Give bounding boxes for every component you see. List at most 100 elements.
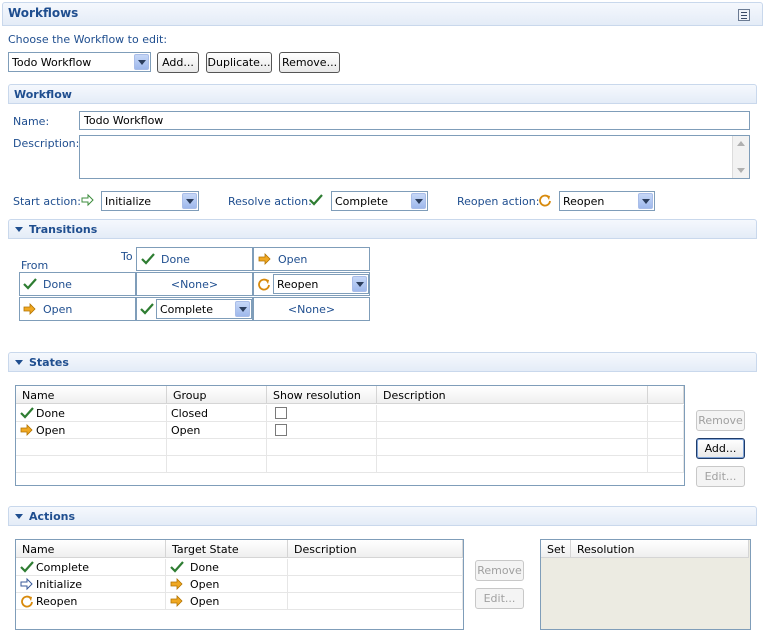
check-icon	[23, 278, 37, 290]
actions-header-name[interactable]: Name	[16, 540, 166, 558]
actions-section-title: Actions	[29, 510, 75, 523]
transition-column-label: Open	[278, 252, 308, 266]
table-empty-cell	[16, 456, 167, 473]
action-target: Open	[190, 594, 220, 608]
view-menu-icon[interactable]	[738, 9, 750, 21]
table-cell-filler	[648, 405, 684, 422]
table-row[interactable]: Initialize	[16, 576, 166, 593]
workflow-select[interactable]: Todo Workflow	[8, 52, 151, 72]
actions-header-target-state[interactable]: Target State	[166, 540, 288, 558]
reopen-action-value: Reopen	[563, 194, 605, 208]
state-name: Done	[36, 406, 65, 420]
table-empty-cell	[267, 456, 377, 473]
states-header-filler	[648, 386, 684, 404]
actions-header-description[interactable]: Description	[288, 540, 463, 558]
states-header-description[interactable]: Description	[377, 386, 648, 404]
arrow-right-icon	[20, 424, 33, 436]
reopen-icon	[258, 278, 270, 291]
collapse-twisty-icon[interactable]	[15, 360, 23, 365]
chevron-down-icon	[182, 193, 197, 209]
reopen-icon	[21, 595, 33, 608]
start-action-label: Start action:	[13, 195, 81, 208]
workflows-header-bar	[2, 2, 763, 26]
table-cell-filler	[648, 422, 684, 439]
action-description	[288, 576, 463, 593]
edit-action-button[interactable]: Edit...	[475, 588, 524, 609]
action-description	[288, 559, 463, 576]
edit-state-button[interactable]: Edit...	[696, 466, 745, 487]
resolve-action-value: Complete	[335, 194, 389, 208]
table-empty-cell	[267, 439, 377, 456]
show-resolution-checkbox[interactable]	[275, 424, 287, 436]
transition-done-open-select[interactable]: Reopen	[273, 274, 369, 294]
add-workflow-button[interactable]: Add...	[157, 52, 199, 73]
table-empty-cell	[167, 456, 267, 473]
arrow-right-icon	[258, 253, 271, 265]
show-resolution-checkbox[interactable]	[275, 407, 287, 419]
state-description	[377, 405, 648, 422]
reopen-icon	[539, 194, 551, 207]
remove-action-button[interactable]: Remove	[475, 560, 524, 581]
remove-state-button[interactable]: Remove	[696, 410, 745, 431]
transition-cell-done-done[interactable]: <None>	[136, 272, 253, 296]
duplicate-workflow-button[interactable]: Duplicate...	[206, 52, 272, 73]
resolutions-header-set[interactable]: Set	[541, 540, 571, 558]
resolutions-table[interactable]: Set Resolution	[540, 539, 751, 630]
state-group: Open	[167, 422, 267, 439]
reopen-action-select[interactable]: Reopen	[559, 191, 655, 211]
transition-column-done: Done	[136, 247, 253, 271]
collapse-twisty-icon[interactable]	[15, 514, 23, 519]
action-description	[288, 593, 463, 610]
transition-none-link[interactable]: <None>	[171, 278, 218, 291]
states-section-bar	[8, 352, 757, 372]
transition-none-link[interactable]: <None>	[288, 303, 335, 316]
chevron-down-icon	[235, 301, 250, 317]
start-action-select[interactable]: Initialize	[101, 191, 199, 211]
description-field[interactable]	[79, 135, 750, 179]
transitions-section-bar	[8, 219, 757, 239]
states-table[interactable]: Name Group Show resolution Description D…	[15, 385, 685, 486]
check-icon	[20, 407, 34, 419]
remove-workflow-button[interactable]: Remove...	[279, 52, 340, 73]
table-empty-cell	[648, 456, 684, 473]
arrow-right-outline-icon	[20, 577, 33, 591]
transition-open-done-select[interactable]: Complete	[156, 299, 252, 319]
arrow-right-icon	[170, 595, 183, 607]
states-header-name[interactable]: Name	[16, 386, 167, 404]
transition-cell-open-open[interactable]: <None>	[253, 297, 370, 321]
add-state-button[interactable]: Add...	[696, 438, 745, 459]
resolve-action-select[interactable]: Complete	[331, 191, 428, 211]
actions-table[interactable]: Name Target State Description Complete D…	[15, 539, 464, 630]
table-row[interactable]: Open	[16, 422, 167, 439]
chevron-down-icon	[638, 193, 653, 209]
state-show-resolution-cell	[267, 405, 377, 422]
states-section-title: States	[29, 356, 69, 369]
description-label: Description:	[13, 137, 80, 150]
action-target: Open	[190, 577, 220, 591]
states-header-show-resolution[interactable]: Show resolution	[267, 386, 377, 404]
check-icon	[170, 561, 184, 573]
transition-select-value: Complete	[160, 302, 214, 316]
collapse-twisty-icon[interactable]	[15, 227, 23, 232]
workflow-section-bar	[8, 84, 757, 104]
workflow-select-value: Todo Workflow	[12, 55, 92, 69]
name-field[interactable]: Todo Workflow	[79, 111, 750, 130]
table-empty-cell	[377, 439, 648, 456]
states-header-group[interactable]: Group	[167, 386, 267, 404]
table-row[interactable]: Done	[16, 405, 167, 422]
resolutions-header-resolution[interactable]: Resolution	[571, 540, 749, 558]
chevron-down-icon	[411, 193, 426, 209]
description-scrollbar[interactable]	[732, 136, 749, 178]
transitions-from-label: From	[21, 259, 49, 272]
action-target-cell: Done	[166, 559, 288, 576]
transition-row-open: Open	[19, 297, 136, 321]
reopen-action-label: Reopen action:	[457, 195, 540, 208]
state-show-resolution-cell	[267, 422, 377, 439]
table-empty-cell	[377, 456, 648, 473]
table-row[interactable]: Complete	[16, 559, 166, 576]
table-row[interactable]: Reopen	[16, 593, 166, 610]
action-name: Reopen	[36, 594, 78, 608]
arrow-right-icon	[23, 303, 36, 315]
actions-section-bar	[8, 506, 757, 526]
transition-row-done: Done	[19, 272, 136, 296]
